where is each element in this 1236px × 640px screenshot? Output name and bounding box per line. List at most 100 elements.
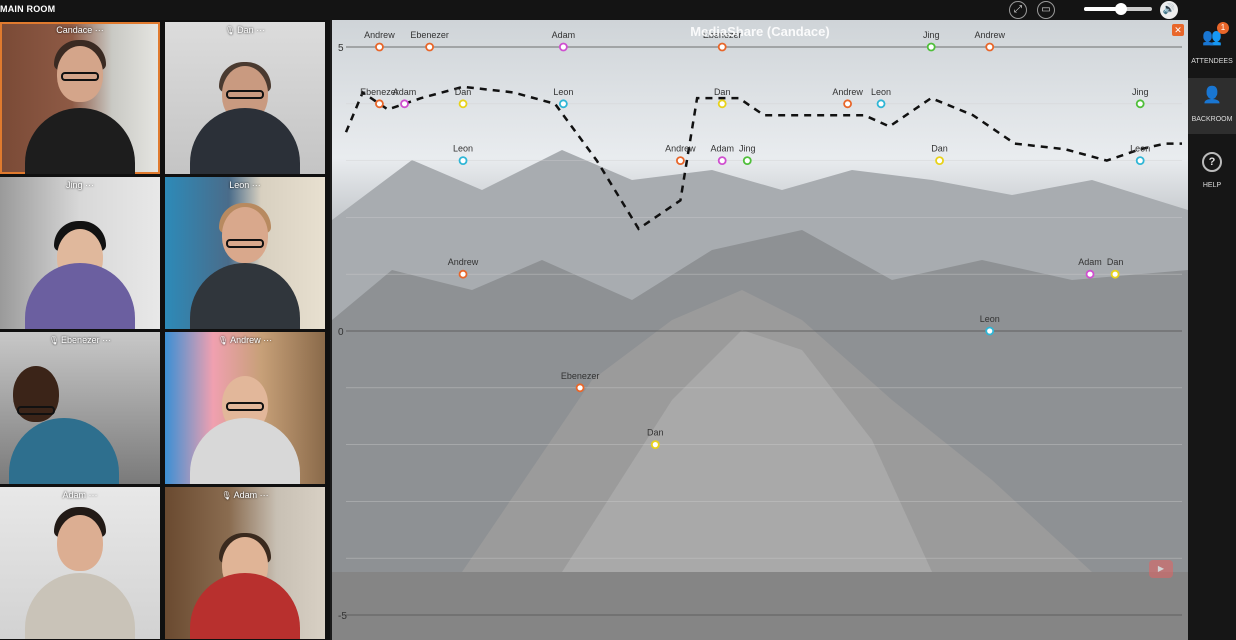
face: [222, 207, 268, 263]
glasses: [226, 239, 264, 248]
data-point: [1135, 99, 1145, 109]
data-point: [375, 42, 384, 52]
y-tick-label: 0: [338, 327, 344, 338]
speaker-icon[interactable]: 🔊: [1160, 1, 1178, 19]
data-point-label: Ebenezer: [561, 371, 600, 381]
media-share-panel: 5 0 -5 Andrew Ebenezer Adam Ebenezer Jing Andrew…: [332, 20, 1188, 640]
mic-icon: 🎙: [48, 336, 60, 345]
tile-name: 🎙 Ebenezer ···: [48, 335, 112, 345]
help-button[interactable]: ? HELP: [1188, 144, 1236, 200]
body: [25, 108, 135, 174]
data-point-label: Leon: [1130, 144, 1150, 154]
data-point: [843, 99, 852, 109]
data-point-label: Andrew: [832, 87, 863, 97]
glasses: [226, 90, 264, 99]
room-label: MAIN ROOM: [0, 4, 56, 14]
volume-slider[interactable]: [1084, 3, 1152, 15]
data-point-label: Dan: [455, 87, 472, 97]
data-point-label: Andrew: [665, 144, 696, 154]
y-tick-label: -5: [338, 611, 347, 622]
data-point: [876, 99, 886, 109]
body: [9, 418, 119, 484]
data-point-label: Adam: [710, 144, 734, 154]
tile-name: Jing ···: [65, 180, 95, 190]
data-point: [650, 440, 660, 450]
data-point: [717, 156, 727, 166]
data-point-label: Dan: [931, 144, 948, 154]
share-title: MediaShare (Candace): [690, 24, 830, 39]
data-point: [458, 269, 468, 279]
glasses: [226, 402, 264, 411]
attendees-label: ATTENDEES: [1191, 58, 1233, 65]
youtube-icon[interactable]: ▶: [1149, 560, 1173, 578]
face: [57, 515, 103, 571]
data-point-label: Dan: [714, 87, 731, 97]
video-tile-adam-2[interactable]: 🎙 Adam ···: [165, 487, 325, 639]
tile-name: Leon ···: [229, 180, 261, 190]
body: [25, 573, 135, 639]
mic-icon: 🎙: [221, 491, 232, 500]
video-tile-dan[interactable]: 🎙 Dan ···: [165, 22, 325, 174]
fullscreen-icon[interactable]: ⤢: [1009, 1, 1027, 19]
data-point-label: Leon: [871, 87, 891, 97]
data-point: [558, 42, 568, 52]
video-tile-andrew[interactable]: 🎙 Andrew ···: [165, 332, 325, 484]
data-point: [425, 42, 434, 52]
data-point-label: Andrew: [448, 257, 479, 267]
tile-name: Adam ···: [62, 490, 98, 500]
help-label: HELP: [1202, 182, 1222, 189]
video-tile-leon[interactable]: Leon ···: [165, 177, 325, 329]
video-grid: Candace ··· 🎙 Dan ··· Jing ··· Leon ··· 🎙…: [0, 20, 330, 640]
scatter-chart: 50-5Andrew Ebenezer Adam Ebenezer Jing Andrew…: [338, 30, 1182, 622]
data-point-label: Jing: [739, 144, 756, 154]
body: [25, 263, 135, 329]
data-point-label: Jing: [1132, 87, 1149, 97]
data-point: [926, 42, 936, 52]
volume-slider-knob[interactable]: [1115, 3, 1128, 15]
body: [190, 573, 300, 639]
data-point: [717, 99, 727, 109]
backroom-label: BACKROOM: [1191, 116, 1233, 123]
video-tile-adam[interactable]: Adam ···: [0, 487, 160, 639]
tile-name: 🎙 Dan ···: [224, 25, 266, 35]
data-point: [458, 156, 468, 166]
video-tile-jing[interactable]: Jing ···: [0, 177, 160, 329]
y-tick-label: 5: [338, 43, 344, 54]
camera-icon[interactable]: ▭: [1037, 1, 1055, 19]
data-point: [400, 99, 409, 109]
data-point: [985, 326, 995, 336]
video-tile-candace[interactable]: Candace ···: [0, 22, 160, 174]
data-point: [717, 42, 727, 52]
glasses: [17, 406, 55, 415]
data-point-label: Dan: [647, 428, 664, 438]
data-point-label: Dan: [1107, 257, 1124, 267]
data-point-label: Leon: [980, 314, 1000, 324]
video-tile-ebenezer[interactable]: 🎙 Ebenezer ···: [0, 332, 160, 484]
data-point: [985, 42, 995, 52]
data-point: [458, 99, 468, 109]
backroom-button[interactable]: 👤 BACKROOM: [1188, 78, 1236, 134]
data-point-label: Leon: [453, 144, 473, 154]
data-point: [1135, 156, 1145, 166]
tile-name: 🎙 Andrew ···: [217, 335, 273, 345]
attendees-button[interactable]: 👥 1 ATTENDEES: [1188, 20, 1236, 76]
body: [190, 418, 300, 484]
body: [190, 108, 300, 174]
backroom-icon: 👤: [1202, 87, 1222, 104]
attendees-badge: 1: [1217, 22, 1229, 34]
glasses: [61, 72, 99, 81]
top-bar: MAIN ROOM ⤢ ▭ 🔊: [0, 0, 1236, 20]
trend-line: [344, 85, 1182, 231]
data-point: [558, 99, 568, 109]
data-point: [675, 156, 685, 166]
right-sidebar: 👥 1 ATTENDEES 👤 BACKROOM ? HELP: [1188, 20, 1236, 640]
data-point-label: Adam: [1078, 257, 1102, 267]
data-point: [375, 99, 384, 109]
help-icon: ?: [1202, 152, 1222, 172]
tile-name: 🎙 Adam ···: [221, 490, 269, 500]
mic-icon: 🎙: [224, 26, 236, 35]
close-share-icon[interactable]: ✕: [1172, 24, 1184, 36]
data-point: [575, 383, 585, 393]
mic-icon: 🎙: [217, 336, 229, 345]
data-point-label: Adam: [393, 87, 417, 97]
